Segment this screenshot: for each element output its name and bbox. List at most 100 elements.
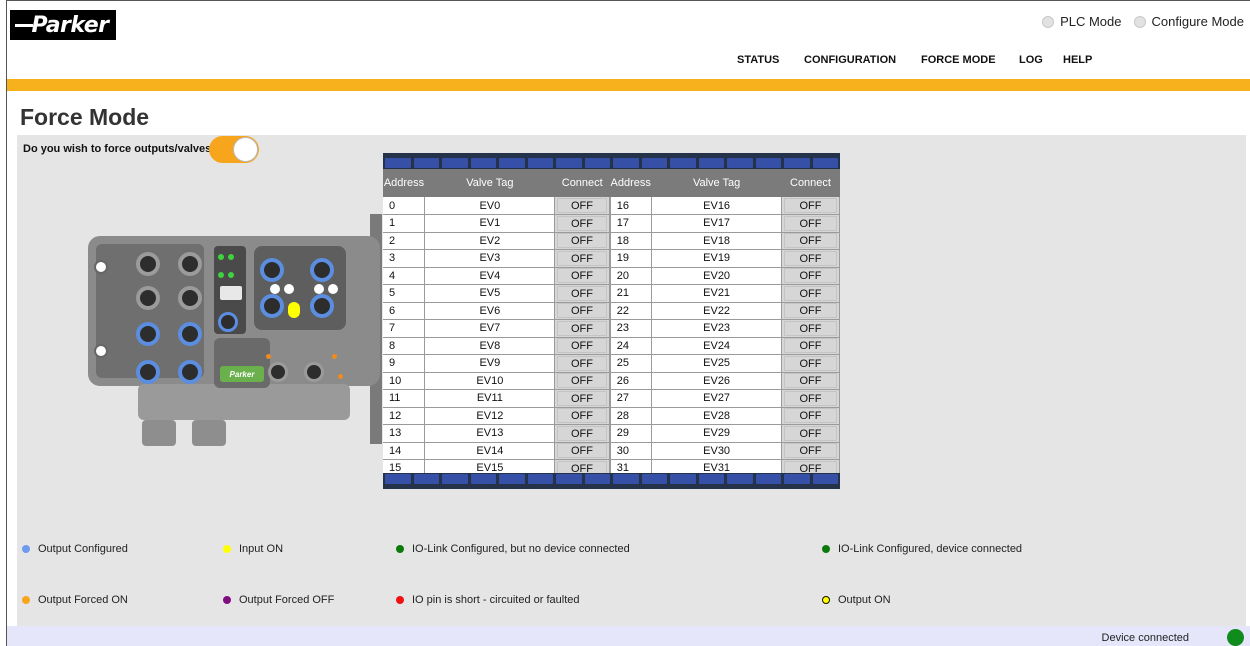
valve-tag: EV21	[651, 284, 782, 303]
valve-connect-cell[interactable]: OFF	[781, 372, 840, 390]
valve-connect-button[interactable]: OFF	[557, 355, 607, 371]
valve-connect-button[interactable]: OFF	[557, 233, 607, 249]
valve-connect-cell[interactable]: OFF	[781, 389, 840, 408]
nav-log[interactable]: LOG	[1019, 54, 1043, 66]
valve-connect-button[interactable]: OFF	[557, 250, 607, 266]
legend-output-forced-on-dot	[22, 596, 30, 604]
valve-connect-button[interactable]: OFF	[784, 355, 837, 371]
valve-connect-cell[interactable]: OFF	[554, 372, 611, 390]
valve-connect-button[interactable]: OFF	[557, 443, 607, 459]
valve-connect-button[interactable]: OFF	[784, 233, 837, 249]
power-port	[304, 362, 324, 382]
legend-output-configured: Output Configured	[22, 543, 128, 555]
configure-mode-option[interactable]: Configure Mode	[1133, 14, 1244, 29]
valve-connect-button[interactable]: OFF	[784, 408, 837, 424]
valve-connect-button[interactable]: OFF	[557, 215, 607, 231]
valve-connect-button[interactable]: OFF	[557, 303, 607, 319]
valve-tag: EV5	[424, 284, 556, 303]
force-toggle[interactable]	[209, 136, 259, 163]
valve-connect-cell[interactable]: OFF	[554, 407, 611, 425]
force-toggle-knob[interactable]	[233, 137, 258, 162]
valve-row: 14 EV14 OFF 30 EV30 OFF	[383, 442, 840, 460]
valve-tag: EV2	[424, 232, 556, 250]
col-connect: Connect	[554, 169, 610, 197]
valve-address: 14	[383, 442, 426, 460]
valve-connect-button[interactable]: OFF	[784, 338, 837, 354]
nav-help[interactable]: HELP	[1063, 54, 1092, 66]
valve-connect-button[interactable]: OFF	[784, 390, 837, 406]
valve-connect-cell[interactable]: OFF	[781, 442, 840, 460]
valve-connect-button[interactable]: OFF	[557, 268, 607, 284]
device-display	[220, 286, 242, 300]
plc-mode-radio[interactable]	[1042, 15, 1055, 28]
iolink-port	[260, 294, 284, 318]
nav-status[interactable]: STATUS	[737, 54, 779, 66]
valve-connect-button[interactable]: OFF	[784, 198, 837, 213]
valve-connect-cell[interactable]: OFF	[554, 197, 611, 215]
valve-connect-cell[interactable]: OFF	[554, 337, 611, 355]
legend-iolink-no-device-dot	[396, 545, 404, 553]
io-module-image: Parker	[88, 214, 388, 450]
valve-connect-cell[interactable]: OFF	[554, 424, 611, 443]
valve-address: 2	[383, 232, 426, 250]
valve-row: 7 EV7 OFF 23 EV23 OFF	[383, 319, 840, 338]
indicator-orange	[338, 374, 343, 379]
valve-connect-button[interactable]: OFF	[784, 443, 837, 459]
valve-connect-cell[interactable]: OFF	[781, 284, 840, 303]
plc-mode-option[interactable]: PLC Mode	[1042, 14, 1122, 29]
legend-output-forced-on-label: Output Forced ON	[38, 594, 128, 606]
valve-address: 0	[383, 197, 426, 215]
valve-connect-button[interactable]: OFF	[557, 198, 607, 213]
valve-connect-button[interactable]: OFF	[784, 268, 837, 284]
valve-connect-cell[interactable]: OFF	[554, 232, 611, 250]
legend-io-fault: IO pin is short - circuited or faulted	[396, 594, 580, 606]
valve-connect-button[interactable]: OFF	[784, 285, 837, 301]
nav-configuration[interactable]: CONFIGURATION	[804, 54, 896, 66]
valve-connect-button[interactable]: OFF	[557, 408, 607, 424]
valve-connect-cell[interactable]: OFF	[554, 389, 611, 408]
valve-connect-button[interactable]: OFF	[784, 250, 837, 266]
valve-connect-cell[interactable]: OFF	[554, 302, 611, 320]
valve-tag: EV22	[651, 302, 782, 320]
valve-connect-cell[interactable]: OFF	[554, 442, 611, 460]
valve-connect-cell[interactable]: OFF	[781, 267, 840, 285]
valve-connect-cell[interactable]: OFF	[554, 354, 611, 373]
legend-output-on-dot	[822, 596, 830, 604]
valve-connect-cell[interactable]: OFF	[781, 424, 840, 443]
nav-force-mode[interactable]: FORCE MODE	[921, 54, 996, 66]
valve-connect-cell[interactable]: OFF	[781, 407, 840, 425]
valve-connect-button[interactable]: OFF	[557, 285, 607, 301]
valve-connect-cell[interactable]: OFF	[554, 249, 611, 268]
valve-connect-button[interactable]: OFF	[557, 425, 607, 441]
valve-connect-button[interactable]: OFF	[557, 338, 607, 354]
valve-address: 25	[608, 354, 653, 373]
valve-connect-button[interactable]: OFF	[557, 373, 607, 389]
valve-connect-cell[interactable]: OFF	[554, 284, 611, 303]
legend-output-configured-dot	[22, 545, 30, 553]
valve-connect-cell[interactable]: OFF	[781, 319, 840, 338]
valve-connect-button[interactable]: OFF	[784, 303, 837, 319]
valve-connect-cell[interactable]: OFF	[781, 337, 840, 355]
valve-connect-cell[interactable]: OFF	[781, 214, 840, 233]
valve-connect-cell[interactable]: OFF	[781, 197, 840, 215]
configure-mode-radio[interactable]	[1133, 15, 1146, 28]
valve-connect-button[interactable]: OFF	[784, 215, 837, 231]
logo-swoosh	[15, 24, 33, 27]
valve-connect-cell[interactable]: OFF	[781, 354, 840, 373]
valve-connect-button[interactable]: OFF	[557, 390, 607, 406]
valve-connect-cell[interactable]: OFF	[554, 319, 611, 338]
valve-connect-button[interactable]: OFF	[784, 373, 837, 389]
valve-connect-cell[interactable]: OFF	[554, 214, 611, 233]
valve-address: 5	[383, 284, 426, 303]
valve-connect-cell[interactable]: OFF	[781, 249, 840, 268]
valve-connect-cell[interactable]: OFF	[781, 232, 840, 250]
status-led	[228, 254, 234, 260]
valve-connect-button[interactable]: OFF	[557, 320, 607, 336]
legend-iolink-device: IO-Link Configured, device connected	[822, 543, 1022, 555]
valve-connect-cell[interactable]: OFF	[554, 267, 611, 285]
valve-connect-button[interactable]: OFF	[784, 425, 837, 441]
valve-address: 6	[383, 302, 426, 320]
valve-connect-cell[interactable]: OFF	[781, 302, 840, 320]
indicator-white	[314, 284, 324, 294]
valve-connect-button[interactable]: OFF	[784, 320, 837, 336]
